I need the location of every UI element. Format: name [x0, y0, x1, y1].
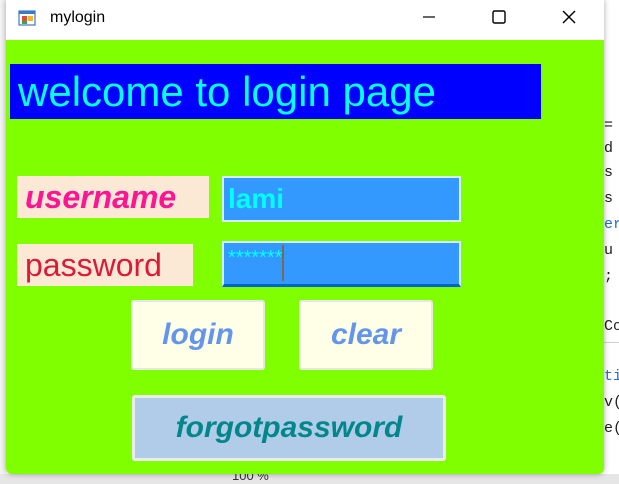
clear-button[interactable]: clear	[299, 300, 433, 370]
username-value: lami	[228, 183, 285, 214]
forgot-password-button[interactable]: forgotpassword	[132, 395, 446, 461]
password-input[interactable]: *******	[222, 241, 461, 287]
password-value: *******	[228, 247, 283, 269]
code-line: ;	[604, 268, 614, 285]
username-label: username	[17, 176, 209, 218]
login-button[interactable]: login	[131, 300, 265, 370]
close-icon	[562, 10, 576, 24]
maximize-icon	[492, 10, 506, 24]
password-label: password	[17, 244, 193, 286]
title-bar[interactable]: mylogin	[6, 0, 604, 40]
window-title: mylogin	[50, 9, 106, 26]
code-line: er	[604, 216, 619, 233]
page-heading: welcome to login page	[10, 64, 541, 119]
app-icon	[18, 10, 36, 26]
text-caret	[282, 245, 285, 281]
form-client-area: welcome to login page username lami pass…	[6, 40, 604, 474]
close-button[interactable]	[546, 0, 592, 34]
code-line: Co	[604, 318, 619, 335]
background-code-editor: = d s s er u = ; Co tic v( e(	[604, 0, 619, 484]
maximize-button[interactable]	[476, 0, 522, 34]
minimize-icon	[423, 16, 435, 18]
username-input[interactable]: lami	[222, 176, 461, 222]
code-line: e(	[604, 420, 619, 437]
code-line: u =	[604, 242, 619, 259]
code-line: d	[604, 140, 614, 157]
background-status-bar	[0, 474, 619, 484]
code-line: v(	[604, 394, 619, 411]
minimize-button[interactable]	[406, 0, 452, 34]
code-line: =	[604, 117, 614, 134]
login-window: mylogin welcome to login page username l…	[6, 0, 604, 474]
code-line: s	[604, 190, 614, 207]
panel-divider	[604, 342, 619, 343]
code-line: s	[604, 164, 614, 181]
code-line: tic	[604, 368, 619, 385]
